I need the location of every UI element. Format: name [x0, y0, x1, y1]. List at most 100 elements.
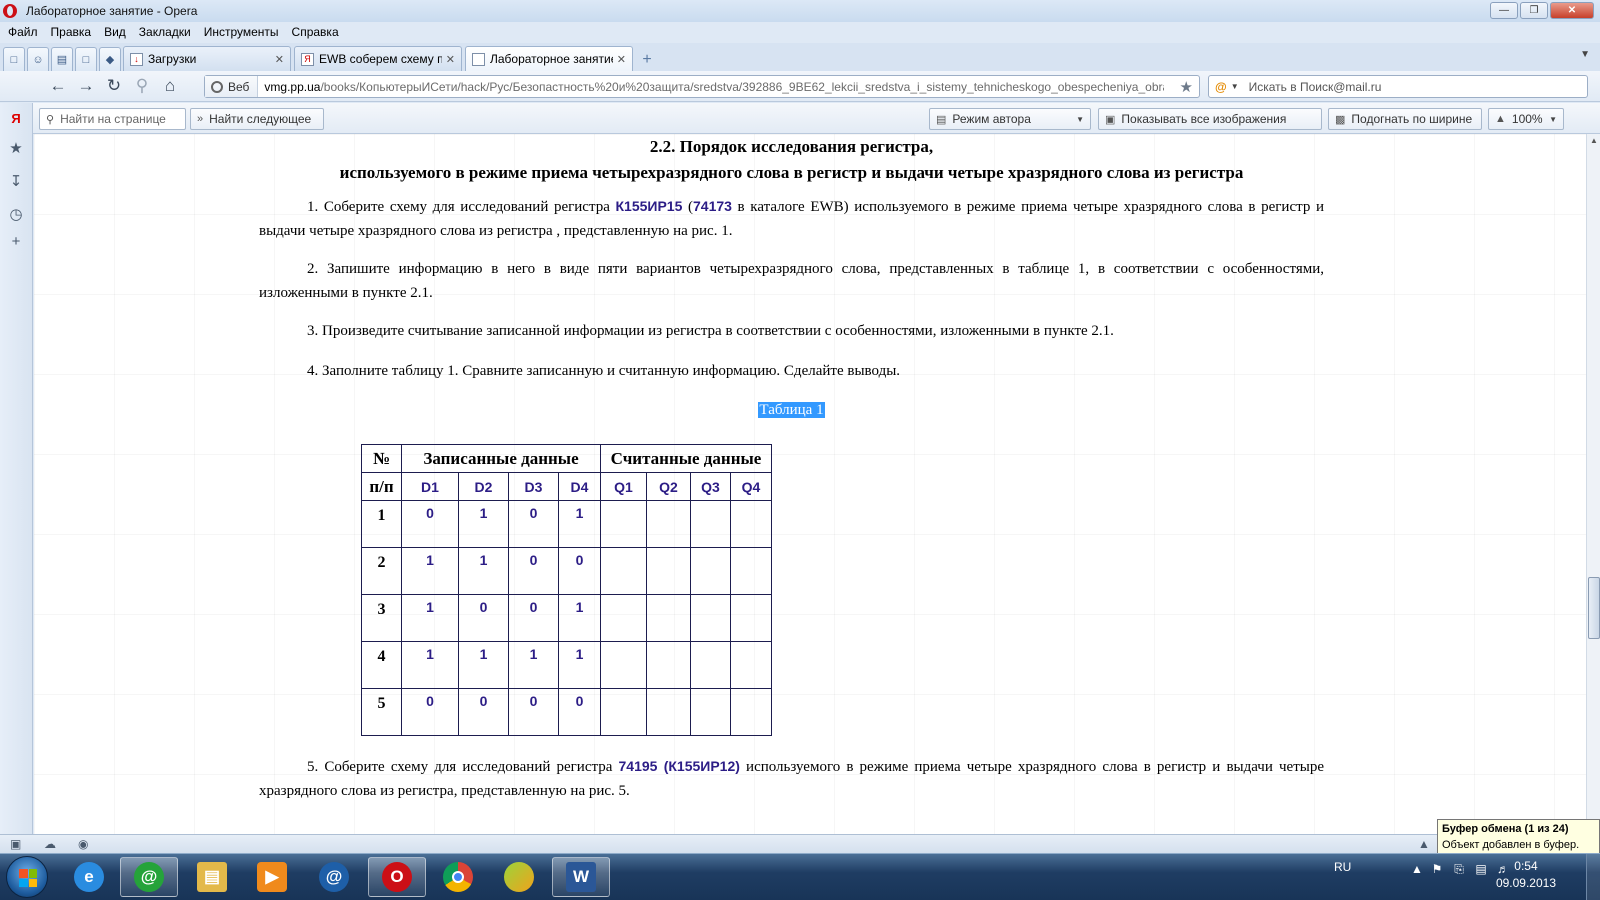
history-clock-icon[interactable]: ◷: [8, 207, 24, 223]
scroll-thumb[interactable]: [1588, 577, 1600, 639]
cell-d1: 0: [401, 688, 459, 736]
forward-arrow-icon[interactable]: →: [72, 76, 100, 96]
minimize-button[interactable]: —: [1490, 2, 1518, 19]
yandex-panel-icon[interactable]: Я: [8, 111, 24, 127]
window-title: Лабораторное занятие - Opera: [26, 4, 198, 18]
network-signal-icon[interactable]: ▤: [1474, 862, 1488, 876]
cell-q1: [600, 641, 647, 689]
scroll-up-arrow-icon[interactable]: ▲: [1587, 134, 1600, 148]
taskbar-app[interactable]: [490, 857, 548, 897]
table-row: 3 1 0 0 1: [361, 594, 772, 642]
cell-q2: [646, 594, 691, 642]
cell-d4: 1: [558, 594, 601, 642]
author-mode-select[interactable]: ▤ Режим автора ▼: [929, 108, 1091, 130]
zoom-select[interactable]: ▲ 100% ▼: [1488, 108, 1564, 130]
menu-edit[interactable]: Правка: [51, 25, 92, 39]
menu-bookmarks[interactable]: Закладки: [139, 25, 191, 39]
usb-device-icon[interactable]: ⎘: [1452, 862, 1466, 876]
taskbar-word[interactable]: W: [552, 857, 610, 897]
status-up-arrow-icon[interactable]: ▲: [1418, 837, 1430, 851]
cell-d3: 0: [508, 500, 559, 548]
search-field[interactable]: @ ▼ Искать в Поиск@mail.ru: [1208, 75, 1588, 98]
home-icon[interactable]: ⌂: [156, 76, 184, 96]
taskbar-opera[interactable]: O: [368, 857, 426, 897]
header-written-data: Записанные данные: [401, 444, 601, 473]
chevron-down-icon: ▼: [1076, 114, 1084, 124]
cell-d4: 1: [558, 500, 601, 548]
find-next-arrow-icon: »: [197, 113, 204, 125]
pinned-tab-marker[interactable]: ◆: [99, 47, 121, 71]
clipboard-notification[interactable]: Буфер обмена (1 из 24) Объект добавлен в…: [1437, 819, 1600, 855]
table-caption-selected[interactable]: Таблица 1: [758, 402, 825, 418]
reload-icon[interactable]: ↻: [100, 76, 128, 96]
media-player-icon: ▶: [257, 862, 287, 892]
taskbar-explorer[interactable]: ▤: [183, 857, 241, 897]
tab-menu-chevron-down-icon[interactable]: ▼: [1580, 49, 1590, 60]
language-indicator[interactable]: RU: [1334, 860, 1351, 874]
fit-width-button[interactable]: ▩ Подогнать по ширине: [1328, 108, 1482, 130]
menu-tools[interactable]: Инструменты: [204, 25, 279, 39]
find-next-label: Найти следующее: [209, 112, 312, 126]
vertical-scrollbar[interactable]: ▲ ▼: [1586, 134, 1600, 834]
window-controls: — ❐ ✕: [1490, 2, 1594, 19]
tab-close-icon[interactable]: ✕: [617, 53, 626, 66]
tab-ewb[interactable]: Я EWB соберем схему п... ✕: [294, 46, 462, 71]
show-desktop-button[interactable]: [1586, 854, 1600, 900]
url-text[interactable]: vmg.pp.ua/books/КопьютерыИСети/hack/Рус/…: [264, 80, 1164, 94]
back-arrow-icon[interactable]: ←: [44, 76, 72, 96]
start-button[interactable]: [6, 856, 48, 898]
add-panel-plus-icon[interactable]: +: [8, 234, 24, 250]
maximize-button[interactable]: ❐: [1520, 2, 1548, 19]
menu-help[interactable]: Справка: [292, 25, 339, 39]
cell-q4: [730, 641, 772, 689]
search-engine-chevron-down-icon[interactable]: ▼: [1231, 82, 1239, 91]
bookmark-star-icon[interactable]: ★: [1180, 78, 1193, 96]
menu-view[interactable]: Вид: [104, 25, 126, 39]
p1-chip-code: 74173: [693, 198, 732, 214]
cell-q2: [646, 500, 691, 548]
new-tab-button[interactable]: +: [636, 49, 658, 71]
tab-bar: □ ☺ ▤ □ ◆ ↓ Загрузки ✕ Я EWB соберем схе…: [0, 43, 1600, 71]
section-heading-line2: используемого в режиме приема четырехраз…: [339, 163, 1244, 182]
show-images-button[interactable]: ▣ Показывать все изображения: [1098, 108, 1322, 130]
pinned-tab-translate[interactable]: ▤: [51, 47, 73, 71]
table-caption: Таблица 1: [259, 398, 1324, 422]
address-bar[interactable]: Веб vmg.pp.ua/books/КопьютерыИСети/hack/…: [204, 75, 1200, 98]
downloads-panel-icon[interactable]: ↧: [8, 174, 24, 190]
menu-file[interactable]: Файл: [8, 25, 38, 39]
tab-label: EWB соберем схему п...: [319, 52, 442, 66]
clock[interactable]: 0:54 09.09.2013: [1496, 858, 1556, 892]
pinned-tab-user[interactable]: ☺: [27, 47, 49, 71]
cell-q3: [690, 547, 731, 595]
table-row: 4 1 1 1 1: [361, 641, 772, 689]
header-q1: Q1: [600, 472, 647, 501]
cell-q3: [690, 688, 731, 736]
taskbar-media-player[interactable]: ▶: [243, 857, 301, 897]
action-center-flag-icon[interactable]: ⚑: [1430, 862, 1444, 876]
taskbar-ie[interactable]: e: [60, 857, 118, 897]
panel-toggle-icon[interactable]: ▣: [10, 837, 21, 851]
tab-close-icon[interactable]: ✕: [446, 53, 455, 66]
header-q2: Q2: [646, 472, 691, 501]
web-badge[interactable]: Веб: [205, 76, 259, 97]
tab-close-icon[interactable]: ✕: [275, 53, 284, 66]
pinned-tab-doc[interactable]: □: [75, 47, 97, 71]
tray-up-arrow-icon[interactable]: ▲: [1410, 862, 1424, 876]
bookmarks-star-icon[interactable]: ★: [8, 141, 24, 157]
cell-q3: [690, 500, 731, 548]
find-next-button[interactable]: » Найти следующее: [190, 108, 324, 130]
opera-unite-cloud-icon[interactable]: ☁: [44, 837, 56, 851]
key-icon[interactable]: ⚲: [128, 76, 156, 96]
close-button[interactable]: ✕: [1550, 2, 1594, 19]
pinned-tab-page[interactable]: □: [3, 47, 25, 71]
tab-lab[interactable]: Лабораторное занятие ✕: [465, 46, 633, 71]
taskbar-mail-ru[interactable]: @: [305, 857, 363, 897]
turbo-icon[interactable]: ◉: [78, 837, 88, 851]
zoom-value: 100%: [1511, 112, 1543, 126]
taskbar-chrome[interactable]: [429, 857, 487, 897]
tab-downloads[interactable]: ↓ Загрузки ✕: [123, 46, 291, 71]
find-on-page-input[interactable]: ⚲ Найти на странице: [39, 108, 186, 130]
taskbar-mail-agent[interactable]: @: [120, 857, 178, 897]
header-d4: D4: [558, 472, 601, 501]
fit-width-label: Подогнать по ширине: [1351, 112, 1473, 126]
